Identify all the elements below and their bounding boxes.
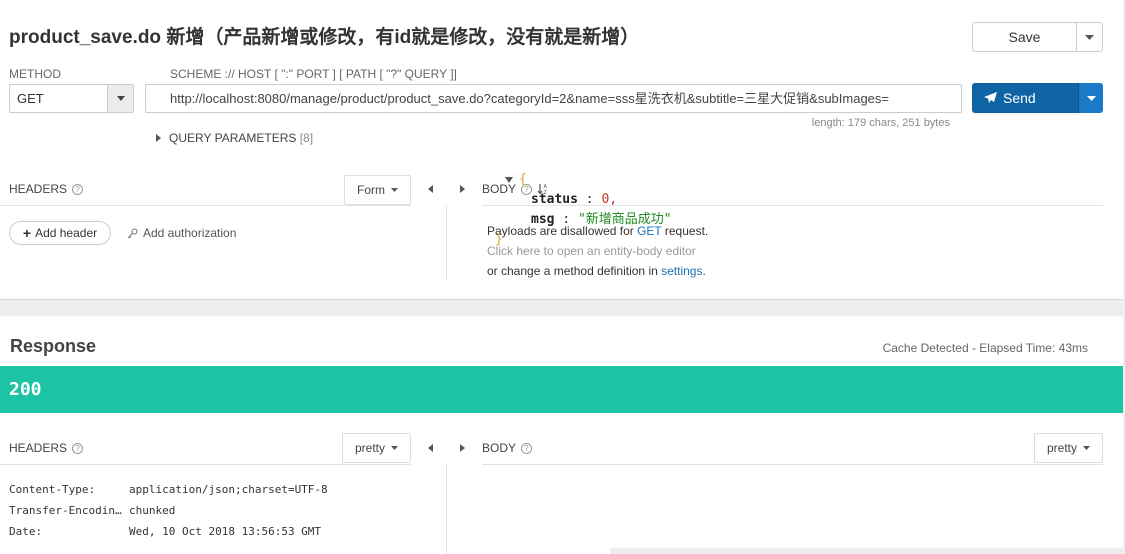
page-background-strip: [610, 548, 1125, 554]
response-split-divider: [446, 464, 447, 554]
query-parameters-count: [8]: [299, 131, 314, 145]
caret-right-icon: [156, 134, 161, 142]
method-select[interactable]: GET: [9, 84, 134, 113]
response-body-divider: [482, 464, 1103, 465]
payload-line3-prefix: or change a method definition in: [487, 264, 662, 278]
url-input[interactable]: http://localhost:8080/manage/product/pro…: [145, 84, 962, 113]
method-definition-text: or change a method definition in setting…: [487, 264, 706, 278]
add-header-label: Add header: [35, 226, 98, 240]
caret-down-icon: [1085, 34, 1094, 40]
headers-mode-select[interactable]: Form: [344, 175, 411, 205]
collapse-left-icon[interactable]: [428, 444, 433, 452]
send-button-group: Send: [972, 83, 1103, 113]
help-icon[interactable]: ?: [72, 183, 84, 195]
header-value: chunked: [129, 504, 176, 517]
json-msg-value: "新增商品成功": [577, 212, 672, 227]
response-headers-mode-value: pretty: [354, 441, 385, 455]
headers-divider: [0, 205, 411, 206]
save-dropdown-button[interactable]: [1077, 22, 1103, 52]
json-msg-key: msg: [531, 212, 555, 227]
json-body-view: { status : 0, msg : "新增商品成功" }: [495, 170, 672, 250]
request-headers-text: HEADERS: [9, 182, 68, 196]
caret-down-icon: [1083, 446, 1090, 450]
split-divider: [446, 205, 447, 281]
caret-down-icon: [1086, 95, 1096, 101]
response-body-mode-select[interactable]: pretty: [1034, 433, 1103, 463]
response-header-row: Transfer-Encodin… chunked: [9, 504, 175, 517]
response-body-label: BODY ?: [482, 441, 533, 455]
json-msg-line: msg : "新增商品成功": [531, 212, 672, 227]
url-length: length: 179 chars, 251 bytes: [811, 117, 950, 129]
json-open-line: {: [505, 170, 672, 190]
caret-down-icon: [116, 96, 125, 101]
collapse-left-icon[interactable]: [428, 185, 433, 193]
status-code: 200: [9, 379, 42, 400]
send-label: Send: [1003, 90, 1036, 106]
key-icon: [127, 227, 138, 238]
caret-down-icon: [391, 446, 398, 450]
query-parameters-toggle[interactable]: QUERY PARAMETERS [8]: [156, 131, 313, 145]
header-value: Wed, 10 Oct 2018 13:56:53 GMT: [129, 525, 322, 538]
response-headers-mode-select[interactable]: pretty: [342, 433, 411, 463]
save-button-group: Save: [972, 22, 1103, 52]
add-authorization-label: Add authorization: [143, 226, 237, 240]
send-button[interactable]: Send: [972, 83, 1078, 113]
json-open-brace: {: [519, 172, 527, 187]
header-key: Date:: [9, 525, 43, 538]
response-header-row: Date: Wed, 10 Oct 2018 13:56:53 GMT: [9, 525, 321, 538]
plus-icon: +: [22, 225, 32, 241]
request-title[interactable]: product_save.do 新增（产品新增或修改，有id就是修改，没有就是新…: [9, 22, 639, 49]
send-dropdown-button[interactable]: [1078, 83, 1103, 113]
json-status-value: 0,: [601, 192, 618, 207]
help-icon[interactable]: ?: [521, 442, 533, 454]
settings-link[interactable]: settings: [661, 264, 702, 278]
json-status-line: status : 0,: [531, 192, 618, 207]
method-value: GET: [17, 91, 44, 106]
add-header-button[interactable]: + Add header: [9, 221, 111, 245]
collapse-right-icon[interactable]: [460, 444, 465, 452]
query-parameters-label: QUERY PARAMETERS: [169, 131, 297, 145]
scheme-label: SCHEME :// HOST [ ":" PORT ] [ PATH [ "?…: [170, 67, 457, 81]
response-body-mode-value: pretty: [1046, 441, 1077, 455]
header-key: Content-Type:: [9, 483, 96, 496]
cache-info: Cache Detected - Elapsed Time: 43ms: [882, 341, 1088, 355]
response-headers-divider: [0, 464, 411, 465]
response-body-text: BODY: [482, 441, 517, 455]
header-value: application/json;charset=UTF-8: [129, 483, 328, 496]
method-caret[interactable]: [107, 85, 133, 112]
request-panel: product_save.do 新增（产品新增或修改，有id就是修改，没有就是新…: [0, 0, 1123, 300]
payload-line3-suffix: .: [702, 264, 706, 278]
paper-plane-icon: [984, 92, 997, 103]
header-key: Transfer-Encodin…: [9, 504, 122, 517]
save-button[interactable]: Save: [972, 22, 1077, 52]
status-bar: 200: [0, 366, 1123, 413]
response-title: Response: [10, 336, 97, 356]
response-panel: Response Cache Detected - Elapsed Time: …: [0, 316, 1123, 554]
method-label: METHOD: [9, 67, 61, 81]
json-status-key: status: [531, 192, 578, 207]
collapse-right-icon[interactable]: [460, 185, 465, 193]
add-authorization-link[interactable]: Add authorization: [127, 226, 236, 240]
json-close-brace: }: [495, 232, 503, 247]
json-close-line: }: [495, 230, 672, 250]
headers-mode-value: Form: [357, 183, 385, 197]
request-headers-label: HEADERS ?: [9, 182, 84, 196]
help-icon[interactable]: ?: [72, 442, 84, 454]
response-headers-text: HEADERS: [9, 441, 68, 455]
response-header-row: Content-Type: application/json;charset=U…: [9, 483, 328, 496]
collapse-json-icon[interactable]: [505, 177, 513, 183]
response-headers-label: HEADERS ?: [9, 441, 84, 455]
caret-down-icon: [391, 188, 398, 192]
